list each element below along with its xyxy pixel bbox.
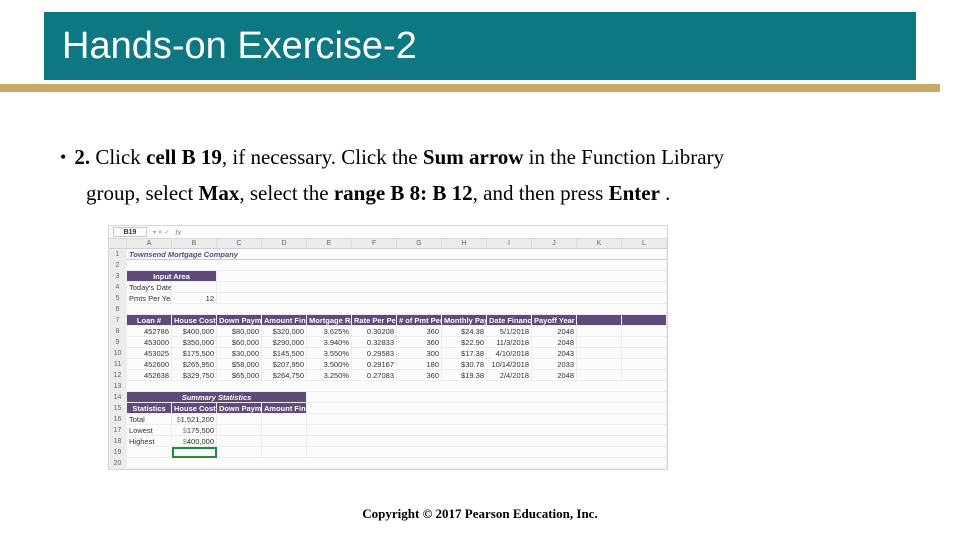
name-box: B19: [113, 227, 147, 237]
fx-icon: fx: [175, 228, 181, 237]
accent-divider: [0, 84, 940, 92]
slide-title: Hands-on Exercise-2: [62, 25, 417, 68]
copyright-footer: Copyright © 2017 Pearson Education, Inc.: [0, 506, 960, 522]
sheet-grid: 1Townsend Mortgage Company 2 3Input Area…: [109, 249, 667, 469]
cell-indicator-icon: ▾ ✕ ✓: [153, 229, 169, 236]
column-headers: ABCDEFGHIJKL: [109, 239, 667, 249]
bullet-icon: •: [60, 140, 66, 174]
active-cell-b19: [172, 447, 217, 458]
instruction-text: • 2. Click cell B 19, if necessary. Clic…: [60, 140, 900, 211]
slide-title-bar: Hands-on Exercise-2: [44, 12, 916, 80]
spreadsheet-screenshot: B19 ▾ ✕ ✓ fx ABCDEFGHIJKL 1Townsend Mort…: [108, 225, 668, 470]
step-number: 2.: [74, 145, 90, 169]
